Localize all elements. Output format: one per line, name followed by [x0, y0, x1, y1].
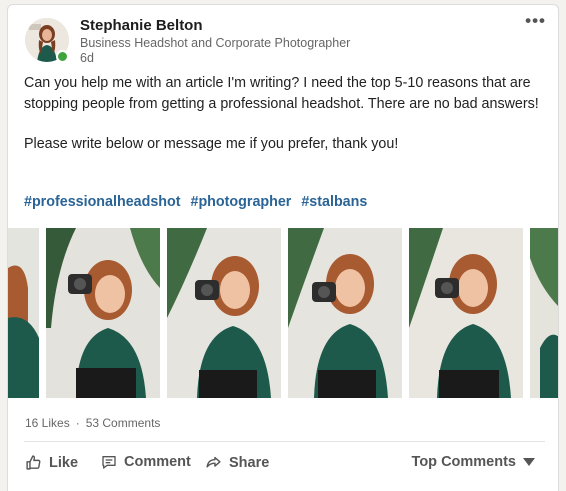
like-icon: [26, 455, 41, 470]
more-icon[interactable]: •••: [525, 11, 546, 31]
author-name[interactable]: Stephanie Belton: [80, 17, 203, 34]
gallery-photo[interactable]: [530, 228, 558, 398]
post-card: Stephanie Belton Business Headshot and C…: [7, 4, 559, 491]
comment-label: Comment: [124, 454, 191, 470]
gallery-photo[interactable]: [167, 228, 281, 398]
comments-count[interactable]: 53 Comments: [86, 416, 161, 430]
share-label: Share: [229, 454, 270, 471]
comment-icon: [102, 456, 116, 469]
online-status-indicator: [56, 50, 69, 63]
post-age: 6d: [80, 51, 94, 65]
post-paragraph: Please write below or message me if you …: [24, 136, 399, 152]
post-paragraph: Can you help me with an article I'm writ…: [24, 75, 539, 112]
caret-down-icon: [523, 458, 535, 466]
hashtag-link[interactable]: #professionalheadshot: [24, 194, 181, 210]
like-label: Like: [49, 454, 79, 471]
sort-comments-dropdown[interactable]: Top Comments: [412, 454, 535, 470]
hashtag-list: #professionalheadshot #photographer #sta…: [24, 194, 373, 210]
social-counts: 16 Likes · 53 Comments: [25, 416, 160, 430]
hashtag-link[interactable]: #stalbans: [301, 194, 367, 210]
share-button[interactable]: Share: [205, 454, 269, 471]
gallery-photo[interactable]: [409, 228, 523, 398]
gallery-photo[interactable]: [46, 228, 160, 398]
likes-count[interactable]: 16 Likes: [25, 416, 70, 430]
comment-button[interactable]: Comment: [101, 454, 191, 470]
gallery-photo[interactable]: [288, 228, 402, 398]
divider: [24, 441, 545, 442]
action-bar: Like Comment Share Top Comments: [24, 454, 545, 476]
separator-dot: ·: [75, 416, 80, 430]
author-headline: Business Headshot and Corporate Photogra…: [80, 36, 351, 50]
like-button[interactable]: Like: [25, 454, 78, 471]
share-icon: [206, 456, 221, 468]
photo-gallery: [8, 228, 558, 398]
post-text: Can you help me with an article I'm writ…: [24, 73, 549, 175]
hashtag-link[interactable]: #photographer: [191, 194, 292, 210]
gallery-photo[interactable]: [8, 228, 39, 398]
sort-label: Top Comments: [411, 454, 516, 470]
